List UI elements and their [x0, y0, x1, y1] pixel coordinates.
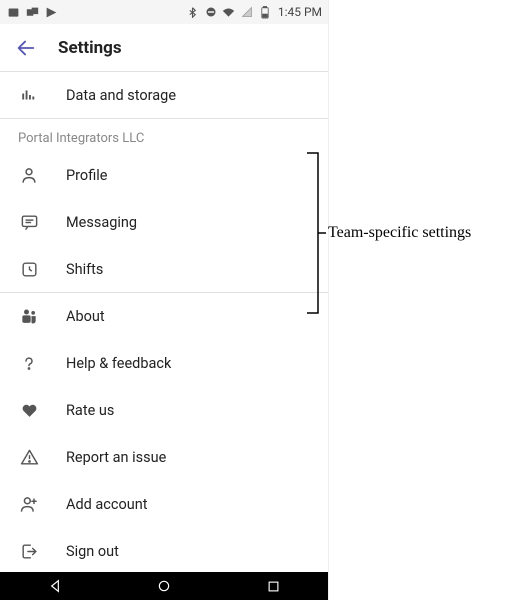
back-button[interactable]	[12, 34, 40, 62]
settings-item-help[interactable]: Help & feedback	[0, 340, 328, 387]
do-not-disturb-icon	[204, 5, 218, 19]
settings-item-rate[interactable]: Rate us	[0, 387, 328, 434]
app-header: Settings	[0, 24, 328, 72]
settings-item-label: Messaging	[66, 214, 137, 231]
status-time: 1:45 PM	[278, 5, 322, 19]
page-title: Settings	[58, 38, 122, 58]
settings-item-about[interactable]: About	[0, 293, 328, 340]
callout-label: Team-specific settings	[328, 224, 471, 242]
settings-item-label: Data and storage	[66, 87, 176, 104]
settings-item-signout[interactable]: Sign out	[0, 528, 328, 575]
bluetooth-icon	[186, 5, 200, 19]
settings-list: Data and storage Portal Integrators LLC …	[0, 72, 328, 575]
nav-back-button[interactable]	[46, 577, 64, 595]
heart-icon	[18, 400, 40, 422]
signout-icon	[18, 541, 40, 563]
settings-item-data-storage[interactable]: Data and storage	[0, 72, 328, 119]
notification-icon	[6, 5, 20, 19]
phone-frame: 1:45 PM Settings Data and storage Portal…	[0, 0, 329, 600]
settings-item-messaging[interactable]: Messaging	[0, 199, 328, 246]
add-account-icon	[18, 494, 40, 516]
wifi-icon	[222, 5, 236, 19]
android-nav-bar	[0, 572, 328, 600]
battery-icon	[258, 5, 272, 19]
warning-icon	[18, 447, 40, 469]
notification-icon-3	[44, 5, 58, 19]
help-icon	[18, 353, 40, 375]
settings-item-label: Help & feedback	[66, 355, 171, 372]
profile-icon	[18, 165, 40, 187]
settings-item-label: Profile	[66, 167, 107, 184]
settings-item-label: Sign out	[66, 543, 119, 560]
notification-icon-2	[25, 5, 39, 19]
settings-item-label: Add account	[66, 496, 148, 513]
nav-recents-button[interactable]	[264, 577, 282, 595]
settings-item-label: About	[66, 308, 105, 325]
message-icon	[18, 212, 40, 234]
settings-item-label: Report an issue	[66, 449, 166, 466]
clock-icon	[18, 258, 40, 280]
section-header-org: Portal Integrators LLC	[0, 119, 328, 152]
signal-icon	[240, 5, 254, 19]
callout-annotation: Team-specific settings	[306, 152, 471, 314]
settings-item-profile[interactable]: Profile	[0, 152, 328, 199]
teams-icon	[18, 306, 40, 328]
bar-chart-icon	[18, 84, 40, 106]
settings-item-add-account[interactable]: Add account	[0, 481, 328, 528]
settings-item-label: Shifts	[66, 261, 103, 278]
settings-item-label: Rate us	[66, 402, 114, 419]
status-bar: 1:45 PM	[0, 0, 328, 24]
settings-item-shifts[interactable]: Shifts	[0, 246, 328, 293]
settings-item-report[interactable]: Report an issue	[0, 434, 328, 481]
nav-home-button[interactable]	[155, 577, 173, 595]
